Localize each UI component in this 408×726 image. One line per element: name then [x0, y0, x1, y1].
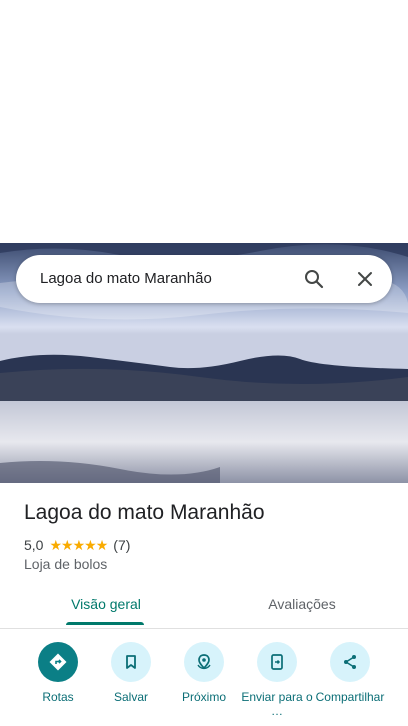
review-count[interactable]: (7): [113, 537, 130, 553]
tab-active-indicator: [66, 622, 144, 625]
star-icon: ★: [95, 537, 109, 553]
share-button-circle[interactable]: [330, 642, 370, 682]
share-button[interactable]: Compartilhar: [312, 642, 388, 704]
send-to-phone-label: Enviar para o …: [241, 690, 313, 718]
share-label: Compartilhar: [315, 690, 385, 704]
nearby-label: Próximo: [181, 690, 226, 704]
tab-overview[interactable]: Visão geral: [24, 596, 188, 612]
send-to-phone-button[interactable]: Enviar para o …: [239, 642, 315, 718]
tab-bar: Visão geral Avaliações: [0, 588, 408, 629]
close-icon[interactable]: [353, 267, 377, 291]
nearby-icon: [197, 654, 211, 670]
directions-icon: [49, 653, 67, 671]
rating-value: 5,0: [24, 537, 44, 553]
place-title: Lagoa do mato Maranhão: [24, 501, 265, 524]
map-area-blank: [0, 0, 408, 243]
nearby-button-circle[interactable]: [184, 642, 224, 682]
action-bar: Rotas Salvar Próximo Enviar para o … Com…: [0, 638, 408, 726]
search-input[interactable]: Lagoa do mato Maranhão: [40, 270, 212, 287]
save-button[interactable]: Salvar: [93, 642, 169, 704]
save-label: Salvar: [113, 690, 148, 704]
search-icon[interactable]: [302, 267, 326, 291]
bookmark-icon: [126, 655, 136, 669]
directions-button[interactable]: Rotas: [20, 642, 96, 704]
nearby-button[interactable]: Próximo: [166, 642, 242, 704]
place-category: Loja de bolos: [24, 556, 108, 572]
star-rating: ★ ★ ★ ★ ★: [49, 537, 109, 553]
send-to-phone-icon: [271, 654, 283, 670]
tab-reviews[interactable]: Avaliações: [220, 596, 384, 612]
directions-button-circle[interactable]: [38, 642, 78, 682]
send-to-phone-button-circle[interactable]: [257, 642, 297, 682]
rating-row[interactable]: 5,0 ★ ★ ★ ★ ★ (7): [24, 536, 130, 554]
directions-label: Rotas: [42, 690, 74, 704]
search-bar[interactable]: Lagoa do mato Maranhão: [16, 255, 392, 303]
share-icon: [344, 655, 356, 669]
save-button-circle[interactable]: [111, 642, 151, 682]
